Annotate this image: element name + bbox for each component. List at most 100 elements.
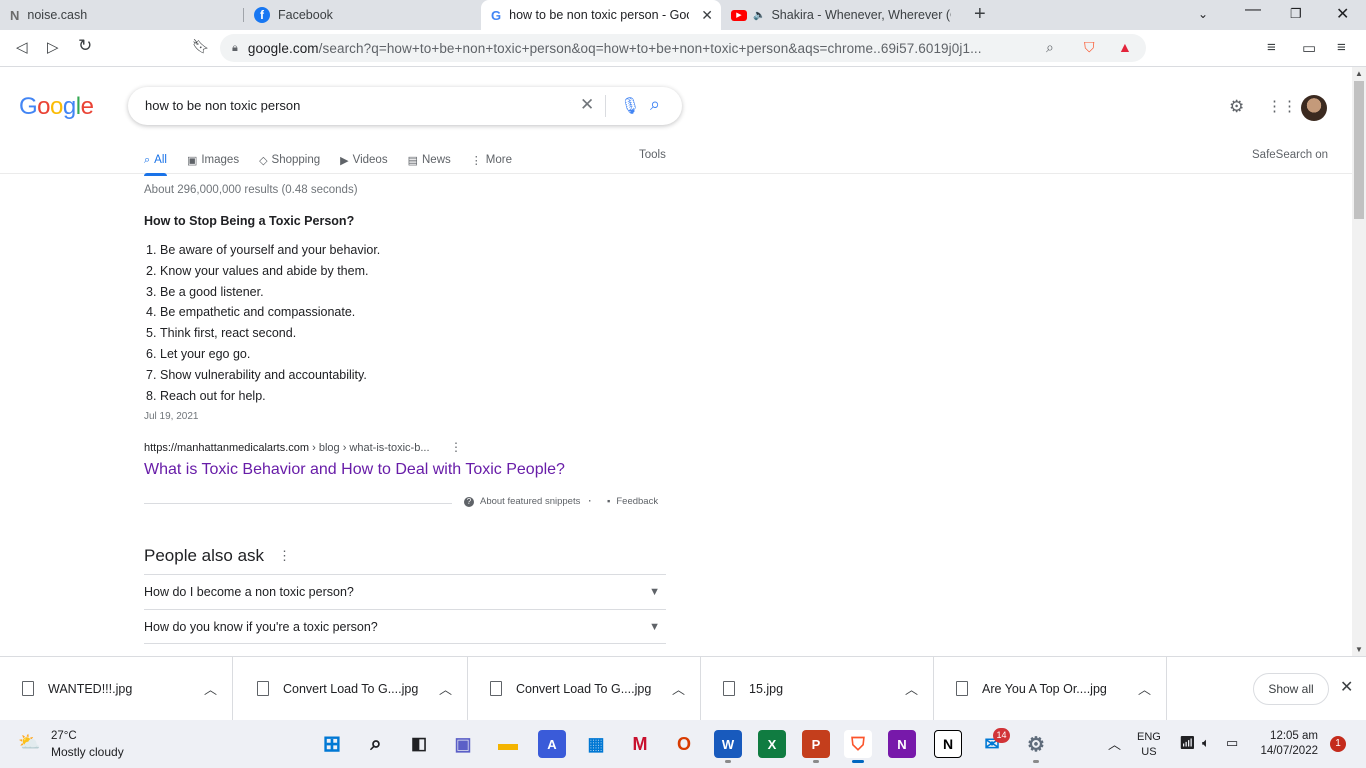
- paa-question[interactable]: How do you know if you're a toxic person…: [144, 609, 666, 644]
- scroll-down-icon[interactable]: ▼: [1355, 645, 1363, 654]
- feedback-link[interactable]: ▪ Feedback: [607, 496, 658, 507]
- tab-more[interactable]: ⋮ More: [471, 148, 512, 172]
- chevron-up-icon[interactable]: ︿: [204, 679, 217, 698]
- bookmark-icon[interactable]: 🔖︎: [192, 38, 210, 55]
- back-icon[interactable]: ◁: [16, 38, 28, 56]
- tab-news[interactable]: ▤ News: [408, 148, 451, 172]
- chevron-up-icon[interactable]: ︿: [1138, 679, 1151, 698]
- image-icon: ▣: [186, 154, 198, 167]
- tab-facebook[interactable]: f Facebook: [244, 0, 481, 30]
- chevron-down-icon: ▼: [649, 621, 660, 633]
- tab-images[interactable]: ▣ Images: [187, 148, 239, 172]
- search-box[interactable]: how to be non toxic person ✕ 🎙︎ ⌕: [128, 87, 682, 125]
- close-tab-icon[interactable]: ✕: [701, 7, 713, 24]
- google-logo[interactable]: Google: [19, 93, 94, 121]
- about-snippets-link[interactable]: ? About featured snippets ·: [464, 496, 592, 507]
- search-input[interactable]: how to be non toxic person: [145, 98, 300, 113]
- notion-icon[interactable]: N: [934, 730, 962, 758]
- volume-icon[interactable]: 🔈︎: [1202, 735, 1210, 751]
- wifi-icon[interactable]: 📶︎: [1179, 735, 1196, 751]
- download-item[interactable]: Convert Load To G....jpg ︿: [235, 657, 468, 721]
- tab-noise-cash[interactable]: N noise.cash: [0, 0, 243, 30]
- account-avatar[interactable]: [1301, 95, 1327, 121]
- window-close-icon[interactable]: ✕: [1336, 4, 1349, 24]
- reload-icon[interactable]: ↻: [78, 36, 92, 56]
- voice-search-icon[interactable]: 🎙︎: [620, 96, 640, 116]
- download-item[interactable]: WANTED!!!.jpg ︿: [0, 657, 233, 721]
- search-icon[interactable]: ⌕: [362, 730, 390, 758]
- show-all-button[interactable]: Show all: [1253, 673, 1329, 705]
- weather-description[interactable]: Mostly cloudy: [51, 745, 124, 759]
- paa-menu-icon[interactable]: ⋮: [278, 548, 291, 564]
- download-item[interactable]: Convert Load To G....jpg ︿: [468, 657, 701, 721]
- powerpoint-icon[interactable]: P: [802, 730, 830, 758]
- windows-start-icon[interactable]: ⊞: [318, 730, 346, 758]
- scroll-up-icon[interactable]: ▲: [1355, 69, 1363, 78]
- chevron-up-icon[interactable]: ︿: [439, 679, 452, 698]
- brave-browser-icon[interactable]: ⛉: [844, 730, 872, 758]
- notification-badge[interactable]: 1: [1330, 736, 1346, 752]
- wallet-icon[interactable]: ▭: [1302, 39, 1316, 57]
- task-view-icon[interactable]: ◧: [405, 730, 433, 758]
- partly-cloudy-icon[interactable]: ⛅: [18, 732, 40, 753]
- brave-shields-icon[interactable]: ⛉: [1084, 39, 1095, 56]
- tab-videos[interactable]: ▶ Videos: [340, 148, 387, 172]
- browser-menu-icon[interactable]: ≡: [1337, 39, 1346, 56]
- chevron-up-icon[interactable]: ︿: [672, 679, 685, 698]
- mcafee-icon[interactable]: M: [626, 730, 654, 758]
- safesearch-button[interactable]: SafeSearch on: [1252, 149, 1328, 161]
- result-cite[interactable]: https://manhattanmedicalarts.com › blog …: [144, 442, 430, 454]
- tab-label: Videos: [352, 154, 388, 166]
- tab-all[interactable]: ⌕ All: [144, 148, 167, 176]
- list-item: 7. Show vulnerability and accountability.: [146, 367, 367, 382]
- tab-youtube[interactable]: ▶ 🔈 Shakira - Whenever, Wherever (Of: [721, 0, 957, 30]
- file-icon: [257, 681, 269, 696]
- snippet-date: Jul 19, 2021: [144, 411, 199, 422]
- forward-icon[interactable]: ▷: [47, 38, 59, 56]
- tab-google-search[interactable]: G how to be non toxic person - Goo ✕: [481, 0, 721, 30]
- address-bar[interactable]: 🔒︎ google.com/search?q=how+to+be+non+tox…: [220, 34, 1146, 62]
- office-icon[interactable]: O: [670, 730, 698, 758]
- clear-search-icon[interactable]: ✕: [580, 95, 594, 115]
- restore-icon[interactable]: ❐: [1290, 6, 1302, 22]
- paa-question[interactable]: How do I become a non toxic person? ▼: [144, 574, 666, 609]
- new-tab-icon[interactable]: +: [974, 3, 986, 26]
- search-icon[interactable]: ⌕: [650, 94, 660, 115]
- brave-rewards-icon[interactable]: ▲: [1118, 39, 1132, 55]
- tools-button[interactable]: Tools: [639, 149, 666, 161]
- download-item[interactable]: 15.jpg ︿: [701, 657, 934, 721]
- audio-playing-icon[interactable]: 🔈: [753, 10, 765, 21]
- word-icon[interactable]: W: [714, 730, 742, 758]
- page-scrollbar[interactable]: ▲ ▼: [1352, 67, 1366, 656]
- chevron-up-icon[interactable]: ︿: [1108, 734, 1121, 753]
- minimize-icon[interactable]: —: [1245, 1, 1261, 19]
- weather-temperature[interactable]: 27°C: [51, 730, 77, 742]
- settings-gear-icon[interactable]: ⚙: [1229, 97, 1244, 117]
- editor-app-icon[interactable]: A: [538, 730, 566, 758]
- battery-icon[interactable]: ▭: [1226, 735, 1238, 751]
- download-item[interactable]: Are You A Top Or....jpg ︿: [934, 657, 1167, 721]
- zoom-icon[interactable]: ⌕: [1046, 39, 1054, 56]
- input-language[interactable]: ENG US: [1137, 730, 1161, 760]
- result-title-link[interactable]: What is Toxic Behavior and How to Deal w…: [144, 461, 565, 479]
- dot-separator: ·: [588, 496, 592, 507]
- excel-icon[interactable]: X: [758, 730, 786, 758]
- onenote-icon[interactable]: N: [888, 730, 916, 758]
- scrollbar-thumb[interactable]: [1354, 81, 1364, 219]
- file-explorer-icon[interactable]: ▬: [494, 730, 522, 758]
- system-clock[interactable]: 12:05 am 14/07/2022: [1258, 729, 1318, 759]
- video-icon: ▶: [340, 154, 349, 167]
- microsoft-store-icon[interactable]: ▦: [582, 730, 610, 758]
- tab-title: Shakira - Whenever, Wherever (Of: [771, 8, 952, 22]
- media-controls-icon[interactable]: ≡: [1267, 39, 1276, 56]
- url-text[interactable]: google.com/search?q=how+to+be+non+toxic+…: [248, 41, 1028, 56]
- settings-gear-icon[interactable]: ⚙: [1022, 730, 1050, 758]
- chat-icon[interactable]: ▣: [449, 730, 477, 758]
- running-indicator: [725, 760, 731, 763]
- tab-search-icon[interactable]: ⌄: [1198, 7, 1208, 21]
- result-menu-icon[interactable]: ⋮: [450, 440, 462, 454]
- tab-shopping[interactable]: ◇ Shopping: [259, 148, 320, 172]
- chevron-up-icon[interactable]: ︿: [905, 679, 918, 698]
- lock-icon[interactable]: 🔒︎: [232, 42, 238, 55]
- close-downloads-icon[interactable]: ✕: [1340, 677, 1353, 697]
